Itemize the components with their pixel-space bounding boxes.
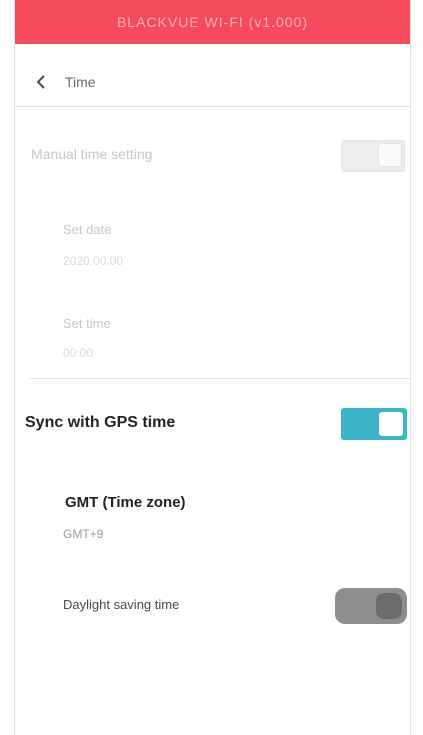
toggle-knob — [376, 593, 402, 619]
toggle-knob — [379, 412, 403, 436]
toggle-knob — [379, 144, 401, 166]
set-time-label[interactable]: Set time — [63, 316, 111, 331]
set-date-label[interactable]: Set date — [63, 222, 111, 237]
set-date-value: 2020.00.00 — [63, 254, 124, 268]
daylight-saving-label: Daylight saving time — [63, 597, 180, 612]
page-title: Time — [65, 74, 96, 90]
nav-bar: Time — [15, 58, 410, 107]
sync-gps-label: Sync with GPS time — [25, 414, 176, 431]
section-divider — [29, 378, 410, 379]
manual-time-setting-label: Manual time setting — [31, 146, 153, 162]
gmt-timezone-label[interactable]: GMT (Time zone) — [65, 494, 186, 511]
gmt-timezone-value: GMT+9 — [63, 527, 104, 541]
set-time-value: 00:00 — [63, 346, 94, 360]
back-arrow-icon[interactable] — [33, 74, 49, 90]
app-title-bar: BLACKVUE WI-FI (v1.000) — [15, 0, 410, 44]
manual-time-toggle[interactable] — [341, 140, 405, 172]
app-title: BLACKVUE WI-FI (v1.000) — [116, 14, 309, 30]
time-settings-screen: BLACKVUE WI-FI (v1.000) Time Manual time… — [14, 0, 411, 735]
daylight-saving-toggle[interactable] — [335, 588, 407, 624]
sync-gps-toggle[interactable] — [341, 408, 407, 440]
